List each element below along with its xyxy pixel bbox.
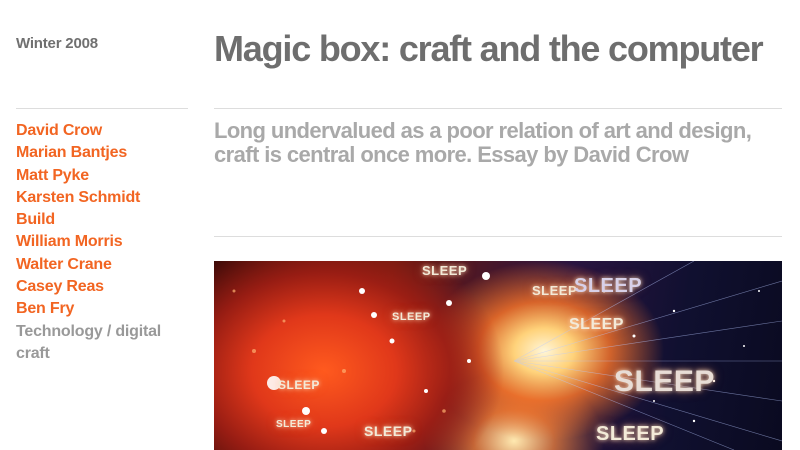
hero-word: SLEEP <box>276 419 312 430</box>
nav-item-ben-fry[interactable]: Ben Fry <box>16 298 188 320</box>
hero-word: SLEEP <box>278 378 320 392</box>
hero-word: SLEEP <box>392 311 431 323</box>
nav-item-matt-pyke[interactable]: Matt Pyke <box>16 165 188 187</box>
hero-word: SLEEP <box>569 316 624 333</box>
article-title: Magic box: craft and the computer <box>214 28 764 69</box>
nav-item-current-section: Technology / digital craft <box>16 322 162 362</box>
nav-item-david-crow[interactable]: David Crow <box>16 120 188 142</box>
sidebar-nav: David Crow Marian Bantjes Matt Pyke Kars… <box>16 120 188 365</box>
hero-word: SLEEP <box>596 423 665 445</box>
hero-word: SLEEP <box>614 365 715 398</box>
nav-item-casey-reas[interactable]: Casey Reas <box>16 276 188 298</box>
title-divider <box>214 108 782 109</box>
article-standfirst: Long undervalued as a poor relation of a… <box>214 118 752 167</box>
hero-word: SLEEP <box>532 283 578 298</box>
standfirst-divider <box>214 236 782 237</box>
nav-item-william-morris[interactable]: William Morris <box>16 231 188 253</box>
issue-season: Winter 2008 <box>16 35 98 52</box>
sidebar-divider <box>16 108 188 109</box>
nav-item-build[interactable]: Build <box>16 209 188 231</box>
hero-image: SLEEP SLEEP SLEEP SLEEP SLEEP SLEEP SLEE… <box>214 261 782 450</box>
nav-item-karsten-schmidt[interactable]: Karsten Schmidt <box>16 187 188 209</box>
hero-word: SLEEP <box>574 275 643 297</box>
nav-item-marian-bantjes[interactable]: Marian Bantjes <box>16 142 188 164</box>
nav-item-walter-crane[interactable]: Walter Crane <box>16 254 188 276</box>
hero-word: SLEEP <box>422 263 468 278</box>
hero-word: SLEEP <box>364 423 413 439</box>
